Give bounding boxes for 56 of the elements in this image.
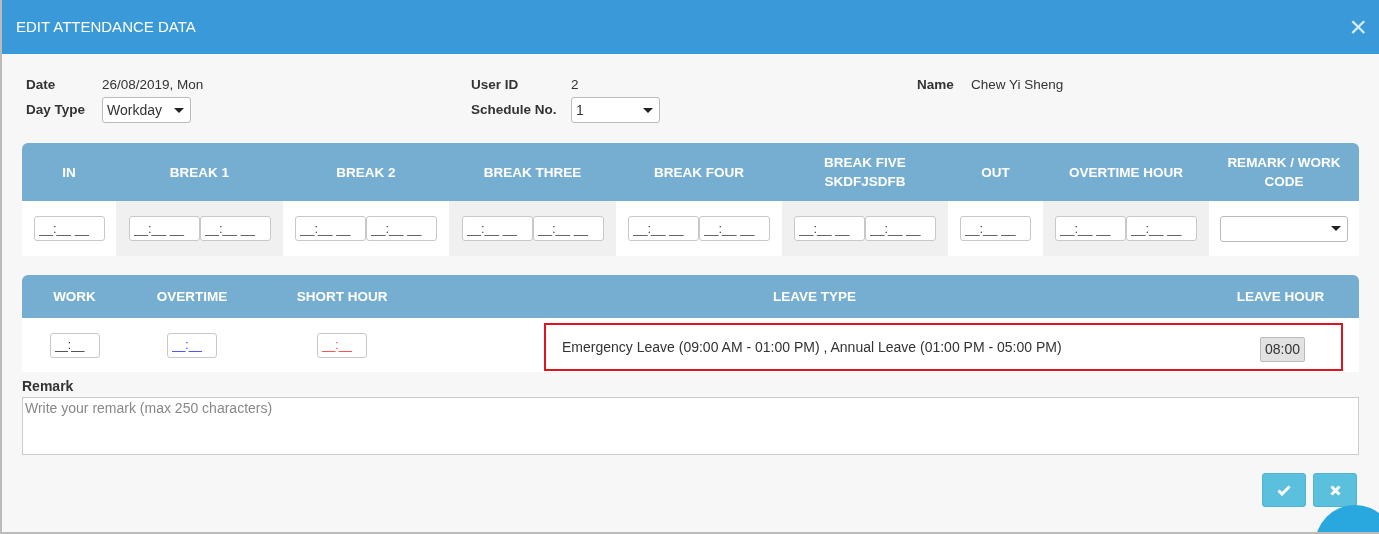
dropdown[interactable]: Workday [102, 97, 191, 124]
time-input[interactable]: __:__ __ [1126, 216, 1197, 242]
time-input[interactable]: __:__ __ [865, 216, 936, 242]
field-label: User ID [471, 75, 520, 94]
time-input[interactable]: __:__ __ [199, 216, 271, 242]
field-label: Date [26, 75, 57, 94]
dropdown[interactable]: 1 [571, 97, 660, 124]
field-label: Schedule No. [471, 101, 558, 120]
time-input[interactable]: __:__ __ [699, 216, 770, 242]
leave-text: Emergency Leave (09:00 AM - 01:00 PM) , Annual Leave (01:00 PM - 05:00 PM) [562, 338, 1062, 358]
time-input[interactable]: __:__ [167, 332, 217, 358]
time-input[interactable]: __:__ __ [33, 216, 105, 242]
remark-label: Remark [22, 377, 75, 397]
field-value: 2 [571, 77, 579, 92]
caret-icon [1331, 226, 1341, 232]
time-input[interactable]: __:__ __ [461, 216, 533, 242]
time-input[interactable]: __:__ __ [532, 216, 604, 242]
column-header: BREAK 2 [283, 143, 449, 202]
close-icon [1329, 484, 1341, 496]
column-header: OVERTIME HOUR [1043, 143, 1209, 202]
column-header: OVERTIME [127, 275, 257, 319]
field-value: 26/08/2019, Mon [102, 77, 204, 92]
column-header: BREAK 1 [116, 143, 283, 202]
caret-icon [174, 107, 184, 113]
caret-icon [643, 107, 653, 113]
column-header: REMARK / WORK CODE [1209, 143, 1359, 202]
confirm-button[interactable] [1262, 473, 1306, 508]
time-input[interactable]: __:__ [49, 332, 100, 358]
dialog-title: EDIT ATTENDANCE DATA [16, 16, 196, 37]
column-header: WORK [22, 275, 127, 319]
time-input[interactable]: __:__ __ [366, 216, 437, 242]
time-input[interactable]: __:__ __ [960, 216, 1031, 242]
leave-hour-field: 08:00 [1259, 337, 1305, 363]
column-header: BREAK FOUR [616, 143, 782, 202]
column-header: IN [22, 143, 116, 202]
field-value: Chew Yi Sheng [971, 77, 1064, 92]
dropdown-value: 1 [576, 100, 584, 120]
time-input[interactable]: __:__ [317, 332, 367, 358]
column-header: LEAVE TYPE [427, 275, 1202, 319]
dropdown-value: Workday [107, 100, 162, 120]
field-label: Name [917, 75, 955, 94]
time-input[interactable]: __:__ __ [128, 216, 200, 242]
time-input[interactable]: __:__ __ [628, 216, 699, 242]
column-header: OUT [948, 143, 1043, 202]
check-icon [1277, 484, 1291, 496]
dropdown[interactable] [1220, 215, 1348, 242]
field-label: Day Type [26, 101, 87, 120]
remark-field[interactable]: Write your remark (max 250 characters) [22, 397, 1359, 456]
time-input[interactable]: __:__ __ [1055, 216, 1126, 242]
cancel-button[interactable] [1313, 473, 1357, 508]
column-header: SHORT HOUR [257, 275, 427, 319]
time-input[interactable]: __:__ __ [794, 216, 865, 242]
time-input[interactable]: __:__ __ [295, 216, 366, 242]
column-header: BREAK THREE [449, 143, 616, 202]
column-header: LEAVE HOUR [1202, 275, 1359, 319]
column-header: BREAK FIVE SKDFJSDFB [782, 143, 948, 202]
